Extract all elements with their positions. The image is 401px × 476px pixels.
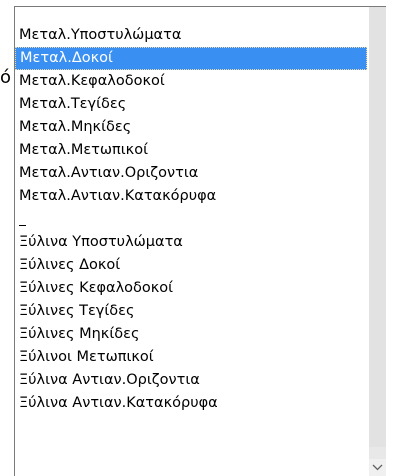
- list-item-label: Ξύλινες Κεφαλοδοκοί: [19, 280, 174, 296]
- list-item[interactable]: Ξύλινοι Μετωπικοί: [15, 346, 367, 369]
- background-text-fragment: ό: [0, 67, 12, 88]
- list-item-label: Ξύλινες Μηκίδες: [19, 326, 140, 342]
- list-item[interactable]: Ξύλινα Αντιαν.Κατακόρυφα: [15, 392, 367, 415]
- list-item[interactable]: Μεταλ.Αντιαν.Οριζοντια: [15, 162, 367, 185]
- list-item-label: Μεταλ.Αντιαν.Κατακόρυφα: [19, 188, 217, 204]
- chevron-down-icon: [372, 464, 383, 471]
- list-item[interactable]: Μεταλ.Υποστυλώματα: [15, 24, 367, 47]
- vertical-scrollbar[interactable]: [369, 7, 386, 476]
- list-item-label: Ξύλινα Αντιαν.Κατακόρυφα: [19, 395, 218, 411]
- list-item-label: Μεταλ.Δοκοί: [20, 50, 113, 66]
- list-item-label: Ξύλινες Δοκοί: [19, 257, 121, 273]
- list-item[interactable]: Ξύλινες Κεφαλοδοκοί: [15, 277, 367, 300]
- list-item[interactable]: Ξύλινες Μηκίδες: [15, 323, 367, 346]
- list-item-label: Ξύλινες Τεγίδες: [19, 303, 135, 319]
- list-item-label: Μεταλ.Αντιαν.Οριζοντια: [19, 165, 199, 181]
- list-item[interactable]: Ξύλινα Υποστυλώματα: [15, 231, 367, 254]
- list-item[interactable]: Μεταλ.Δοκοί: [15, 47, 367, 70]
- list-item-label: Ξύλινα Αντιαν.Οριζοντια: [19, 372, 200, 388]
- list-item-label: Μεταλ.Υποστυλώματα: [19, 27, 182, 43]
- list-item[interactable]: Μεταλ.Αντιαν.Κατακόρυφα: [15, 185, 367, 208]
- list-item[interactable]: Μεταλ.Κεφαλοδοκοί: [15, 70, 367, 93]
- list-item-label: Ξύλινα Υποστυλώματα: [19, 234, 183, 250]
- separator-mark: [19, 225, 26, 226]
- list-item-label: Μεταλ.Κεφαλοδοκοί: [19, 73, 165, 89]
- list-item-label: Μεταλ.Μηκίδες: [19, 119, 132, 135]
- listbox-items: Μεταλ.Υποστυλώματα Μεταλ.Δοκοί Μεταλ.Κεφαλ…: [15, 24, 367, 415]
- list-item[interactable]: Μεταλ.Τεγίδες: [15, 93, 367, 116]
- list-item[interactable]: Μεταλ.Μετωπικοί: [15, 139, 367, 162]
- dropdown-popup-stage: ό Μεταλ.Υποστυλώματα Μεταλ.Δοκοί Μεταλ.Κεφ…: [0, 0, 401, 476]
- list-item[interactable]: Ξύλινες Τεγίδες: [15, 300, 367, 323]
- list-item-separator[interactable]: [15, 208, 367, 231]
- list-item[interactable]: Μεταλ.Μηκίδες: [15, 116, 367, 139]
- list-item-label: Ξύλινοι Μετωπικοί: [19, 349, 154, 365]
- member-type-listbox[interactable]: Μεταλ.Υποστυλώματα Μεταλ.Δοκοί Μεταλ.Κεφαλ…: [14, 6, 386, 476]
- list-item-label: Μεταλ.Μετωπικοί: [19, 142, 149, 158]
- list-item[interactable]: Ξύλινες Δοκοί: [15, 254, 367, 277]
- scrollbar-thumb[interactable]: [369, 7, 386, 447]
- list-item[interactable]: Ξύλινα Αντιαν.Οριζοντια: [15, 369, 367, 392]
- list-item-label: Μεταλ.Τεγίδες: [19, 96, 127, 112]
- scroll-down-button[interactable]: [369, 459, 386, 476]
